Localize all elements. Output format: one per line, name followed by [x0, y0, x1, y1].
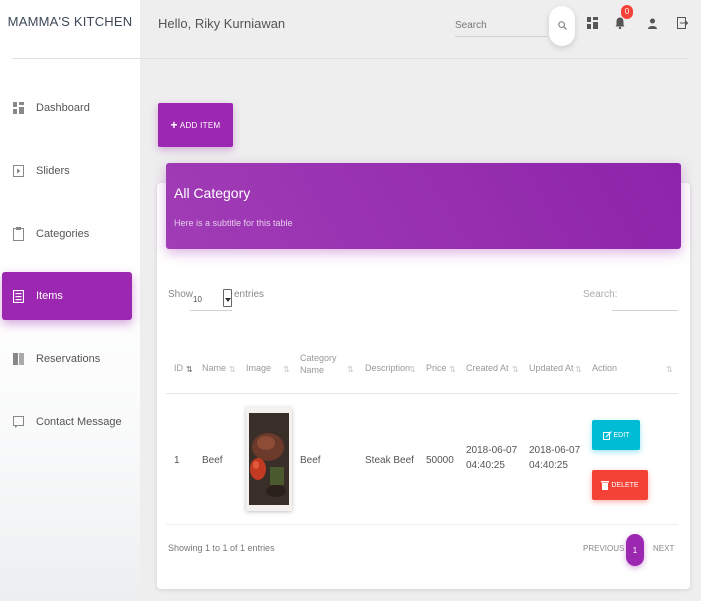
plus-icon: +	[170, 118, 178, 132]
sidebar-item-label: Items	[36, 290, 63, 302]
sidebar-item-label: Categories	[36, 228, 90, 240]
sort-icon[interactable]: ⇅	[186, 365, 193, 374]
sidebar-item-categories[interactable]: Categories	[2, 210, 132, 258]
sidebar-item-reservations[interactable]: Reservations	[2, 335, 132, 383]
sort-icon[interactable]: ⇅	[575, 365, 582, 374]
table-info: Showing 1 to 1 of 1 entries	[168, 543, 275, 553]
sidebar-item-label: Sliders	[36, 165, 70, 177]
previous-button[interactable]: PREVIOUS	[583, 544, 624, 553]
card-subtitle: Here is a subtitle for this table	[174, 218, 293, 228]
table-header-divider	[166, 393, 678, 394]
sidebar-item-items[interactable]: Items	[2, 272, 132, 320]
list-document-icon	[12, 289, 24, 303]
notification-badge: 0	[621, 5, 633, 19]
sort-icon[interactable]: ⇅	[409, 365, 416, 374]
item-image	[246, 407, 292, 511]
table-search-input[interactable]	[612, 310, 678, 311]
add-item-label: ADD ITEM	[179, 120, 221, 130]
sort-icon[interactable]: ⇅	[666, 365, 673, 374]
sidebar-item-label: Dashboard	[36, 102, 90, 114]
sort-icon[interactable]: ⇅	[449, 365, 456, 374]
sort-icon[interactable]: ⇅	[512, 365, 519, 374]
sidebar-item-label: Contact Message	[36, 416, 122, 428]
edit-icon	[602, 430, 612, 440]
search-icon	[557, 17, 567, 35]
brand-divider	[12, 58, 689, 59]
edit-button[interactable]: EDIT	[592, 420, 640, 450]
cell-price: 50000	[426, 455, 454, 466]
entries-select[interactable]: 10	[190, 287, 232, 311]
logout-icon[interactable]	[675, 14, 689, 32]
sort-icon[interactable]: ⇅	[283, 365, 290, 374]
entries-value: 10	[193, 295, 202, 304]
column-header-updated-at[interactable]: Updated At	[529, 362, 574, 374]
cell-category: Beef	[300, 455, 321, 466]
brand-logo[interactable]: MAMMA'S KITCHEN	[0, 14, 140, 29]
column-header-image[interactable]: Image	[246, 362, 271, 374]
sort-icon[interactable]: ⇅	[229, 365, 236, 374]
search-button[interactable]	[549, 6, 575, 46]
column-header-price[interactable]: Price	[426, 362, 447, 374]
column-header-id[interactable]: ID	[174, 362, 183, 374]
clipboard-icon	[12, 227, 24, 241]
table-search-label: Search:	[583, 289, 618, 300]
sidebar-item-contact-message[interactable]: Contact Message	[2, 398, 132, 446]
search-input[interactable]	[455, 15, 547, 36]
trash-icon	[601, 480, 610, 490]
dashboard-icon[interactable]	[585, 14, 599, 32]
card-header: All Category Here is a subtitle for this…	[166, 163, 681, 249]
column-header-description[interactable]: Description	[365, 362, 410, 374]
cell-created-at: 2018-06-07 04:40:25	[466, 445, 518, 471]
delete-label: DELETE	[611, 481, 639, 489]
cell-description: Steak Beef	[365, 455, 414, 466]
add-item-button[interactable]: + ADD ITEM	[158, 103, 233, 147]
next-button[interactable]: NEXT	[653, 544, 674, 553]
delete-button[interactable]: DELETE	[592, 470, 648, 500]
sidebar-item-sliders[interactable]: Sliders	[2, 147, 132, 195]
message-icon	[12, 415, 24, 429]
dashboard-icon	[12, 101, 24, 115]
greeting-text: Hello, Riky Kurniawan	[158, 16, 286, 31]
chevron-down-icon	[223, 289, 232, 307]
cell-updated-at: 2018-06-07 04:40:25	[529, 445, 581, 471]
entries-label: entries	[234, 289, 265, 300]
person-icon[interactable]	[645, 14, 659, 32]
column-header-created-at[interactable]: Created At	[466, 362, 509, 374]
card-title: All Category	[174, 185, 251, 201]
edit-label: EDIT	[613, 431, 630, 439]
column-header-category-name[interactable]: Category Name	[300, 352, 340, 376]
sidebar-item-dashboard[interactable]: Dashboard	[2, 84, 132, 132]
slideshow-icon	[12, 164, 24, 178]
sort-icon[interactable]: ⇅	[347, 365, 354, 374]
row-divider	[166, 524, 678, 525]
search-field[interactable]	[455, 15, 547, 37]
column-header-action[interactable]: Action	[592, 362, 617, 374]
page-button-1[interactable]: 1	[626, 534, 644, 566]
book-icon	[12, 352, 24, 366]
cell-id: 1	[174, 455, 180, 466]
sidebar-item-label: Reservations	[36, 353, 101, 365]
column-header-name[interactable]: Name	[202, 362, 226, 374]
cell-name: Beef	[202, 455, 223, 466]
